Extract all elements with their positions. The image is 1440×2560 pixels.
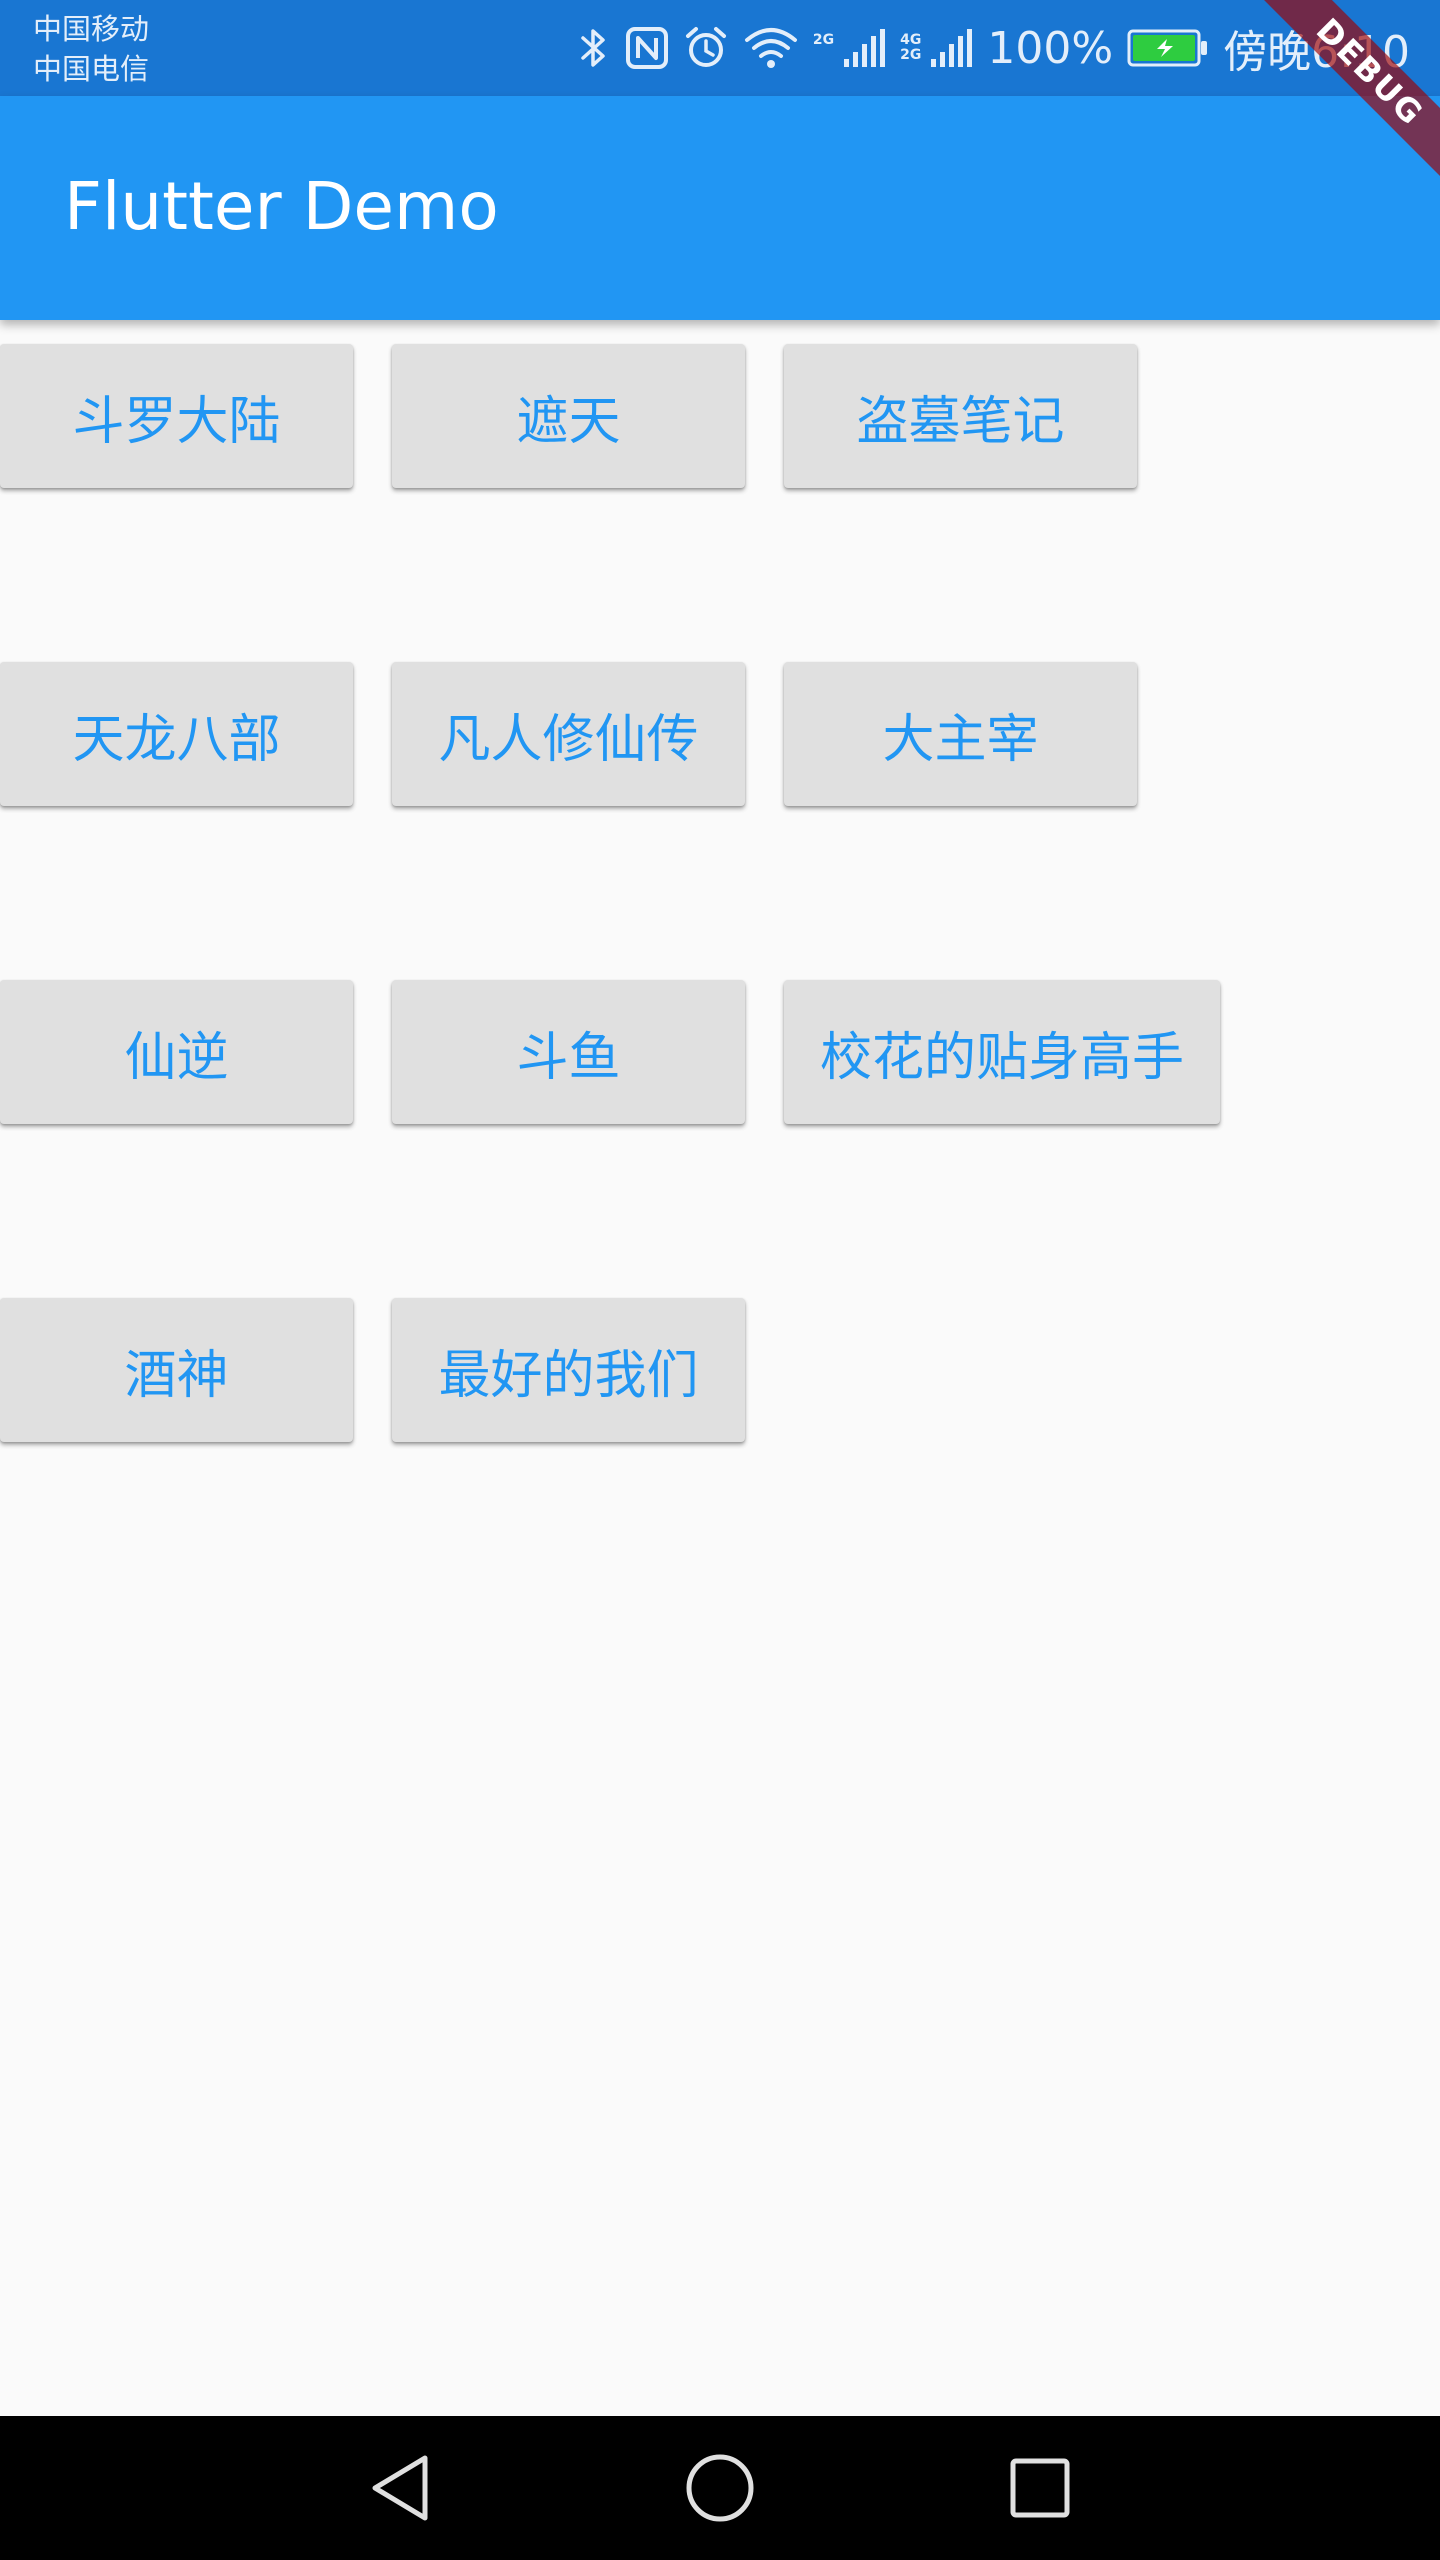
signal-icon bbox=[929, 25, 973, 71]
status-bar: 中国移动 中国电信 2G 4G 2G 100% bbox=[0, 0, 1440, 96]
carrier-1: 中国移动 bbox=[33, 12, 150, 46]
back-icon[interactable] bbox=[350, 2438, 450, 2538]
battery-percent: 100% bbox=[987, 22, 1114, 74]
network-type-2: 4G 2G bbox=[900, 33, 921, 63]
book-button[interactable]: 大主宰 bbox=[784, 662, 1137, 806]
battery-charging-icon bbox=[1127, 28, 1209, 68]
book-button[interactable]: 盗墓笔记 bbox=[784, 344, 1137, 488]
carrier-info: 中国移动 中国电信 bbox=[33, 9, 149, 89]
book-button[interactable]: 斗罗大陆 bbox=[0, 344, 353, 488]
book-button[interactable]: 凡人修仙传 bbox=[392, 662, 745, 806]
network-type-1: 2G bbox=[813, 33, 834, 63]
network-type-2-bottom: 2G bbox=[900, 47, 922, 63]
content-area: 斗罗大陆 遮天 盗墓笔记 天龙八部 凡人修仙传 大主宰 仙逆 斗鱼 校花的贴身高… bbox=[0, 344, 1440, 1442]
book-button[interactable]: 遮天 bbox=[392, 344, 745, 488]
alarm-icon bbox=[683, 25, 729, 71]
button-wrap: 斗罗大陆 遮天 盗墓笔记 天龙八部 凡人修仙传 大主宰 仙逆 斗鱼 校花的贴身高… bbox=[0, 344, 1440, 1442]
home-icon[interactable] bbox=[670, 2438, 770, 2538]
book-button[interactable]: 仙逆 bbox=[0, 980, 353, 1124]
book-button[interactable]: 酒神 bbox=[0, 1298, 353, 1442]
book-button[interactable]: 最好的我们 bbox=[392, 1298, 745, 1442]
screen: 中国移动 中国电信 2G 4G 2G 100% Flutter Demo DEB… bbox=[0, 0, 1440, 2560]
network-type-2-top: 4G bbox=[900, 32, 922, 48]
network-type-1-label: 2G bbox=[812, 32, 835, 48]
app-bar: Flutter Demo bbox=[0, 96, 1440, 320]
navigation-bar bbox=[0, 2416, 1440, 2560]
nfc-icon bbox=[625, 26, 669, 70]
carrier-2: 中国电信 bbox=[33, 52, 150, 86]
wifi-icon bbox=[743, 25, 799, 71]
book-button[interactable]: 校花的贴身高手 bbox=[784, 980, 1221, 1124]
app-title: Flutter Demo bbox=[64, 168, 499, 245]
bluetooth-icon bbox=[577, 25, 611, 71]
signal-icon bbox=[842, 25, 886, 71]
book-button[interactable]: 斗鱼 bbox=[392, 980, 745, 1124]
book-button[interactable]: 天龙八部 bbox=[0, 662, 353, 806]
recents-icon[interactable] bbox=[990, 2438, 1090, 2538]
